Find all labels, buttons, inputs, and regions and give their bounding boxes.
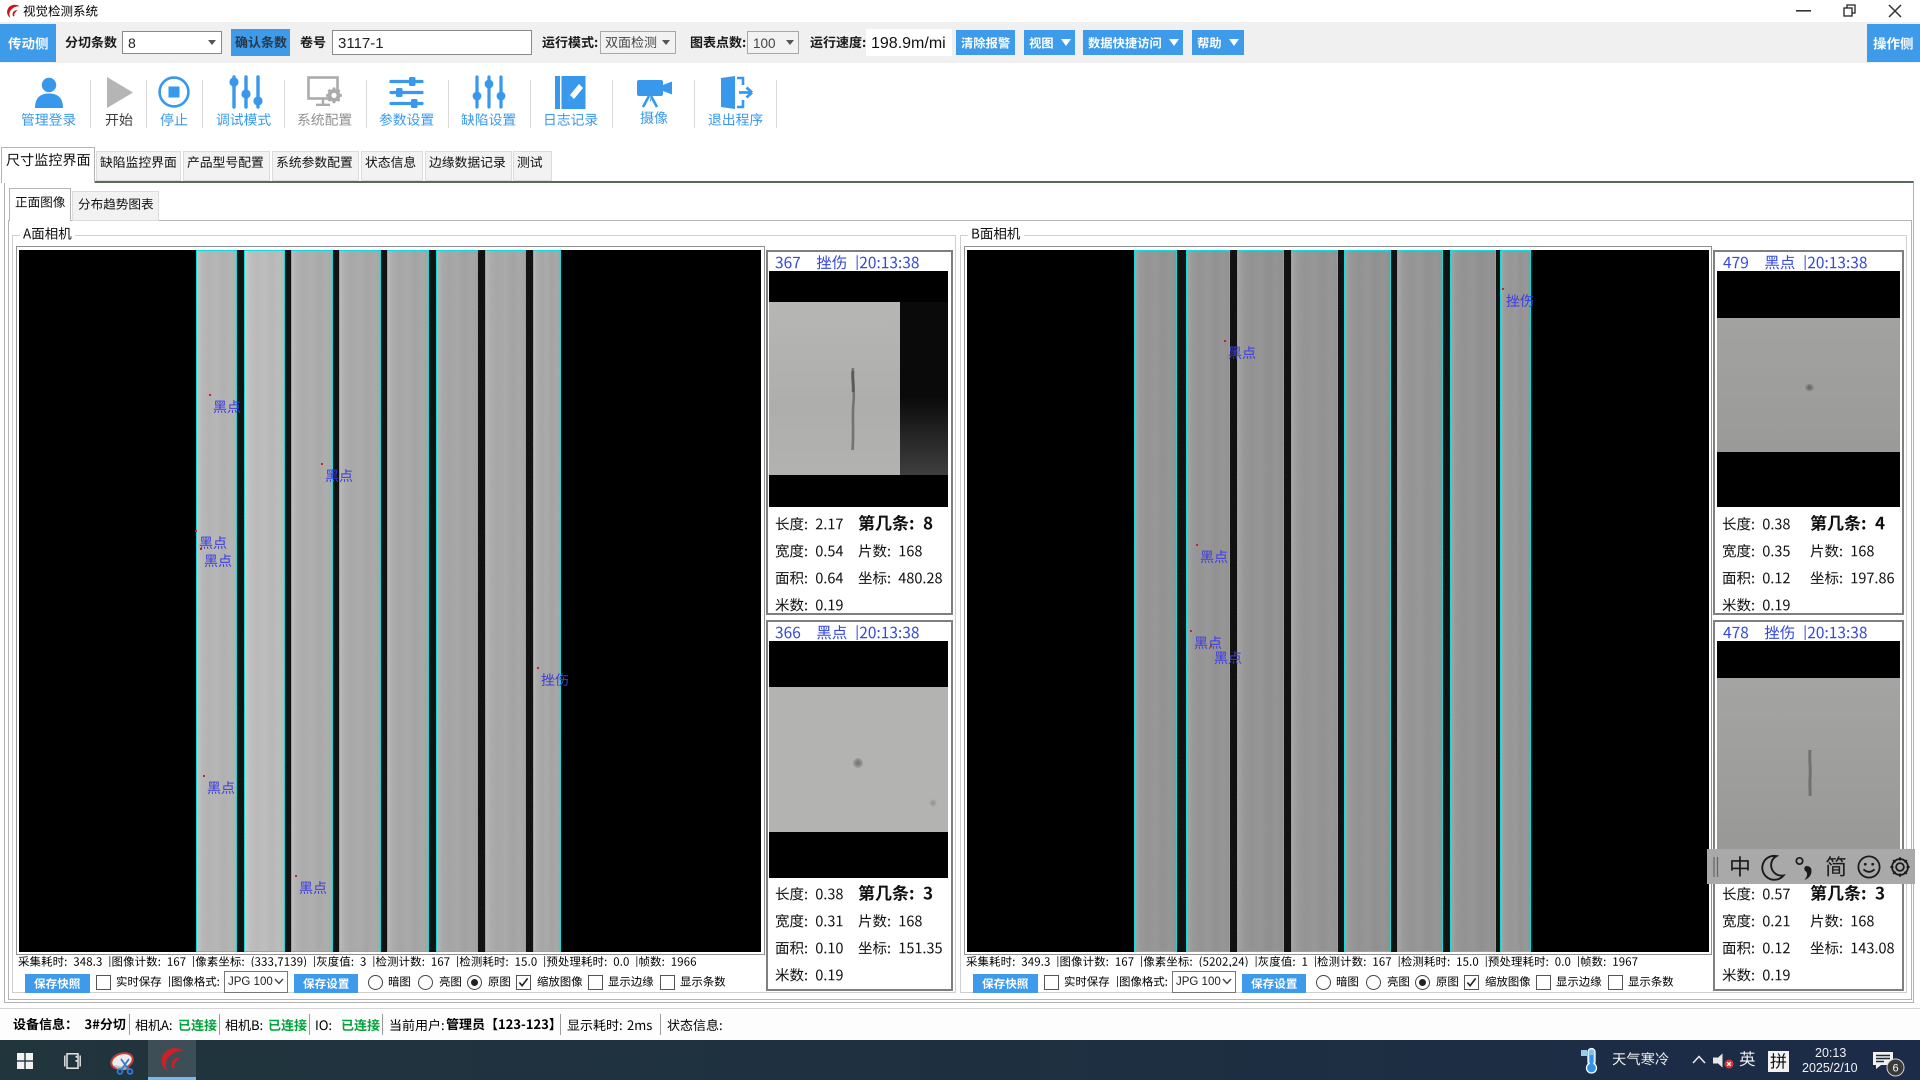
svg-text:6: 6 bbox=[1892, 1063, 1898, 1075]
